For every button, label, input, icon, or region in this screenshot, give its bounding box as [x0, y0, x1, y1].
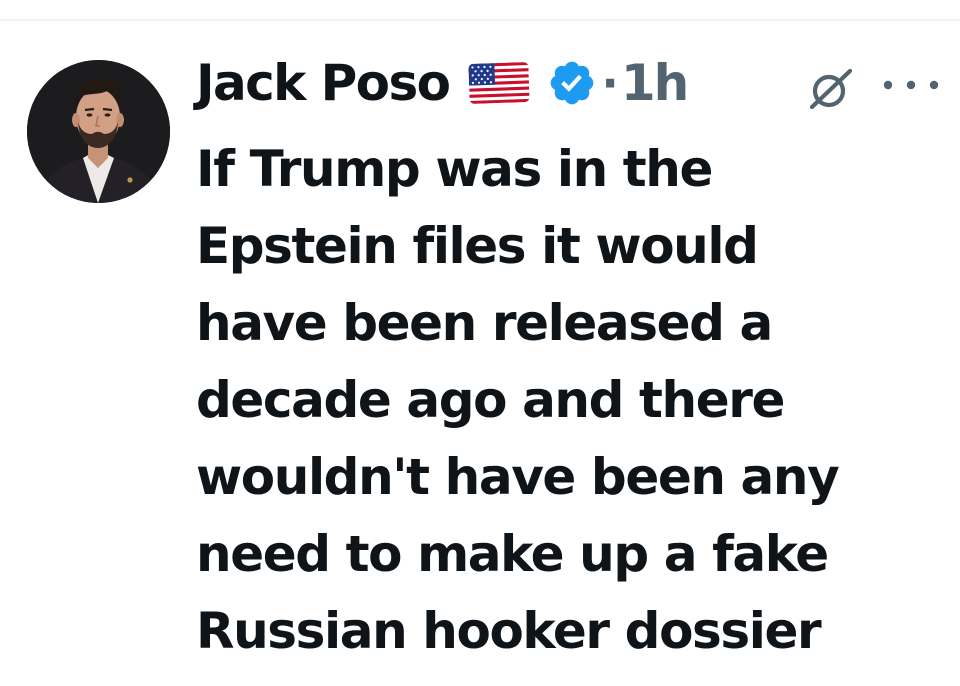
grok-icon[interactable]	[805, 63, 857, 115]
tweet-header: Jack Poso · 1h	[196, 52, 689, 114]
tweet-text-line: Russian hooker dossier	[196, 602, 822, 660]
display-name[interactable]: Jack Poso	[196, 54, 451, 112]
tweet-text-line: wouldn't have been any	[196, 448, 840, 506]
tweet-text-line: If Trump was in the	[196, 140, 713, 198]
top-divider	[0, 19, 960, 21]
timestamp[interactable]: 1h	[621, 54, 689, 112]
avatar[interactable]	[27, 60, 170, 203]
us-flag-icon	[468, 61, 531, 105]
more-options-icon[interactable]	[876, 70, 946, 100]
tweet-text-line: decade ago and there	[196, 371, 785, 429]
tweet-text-line: need to make up a fake	[196, 525, 829, 583]
avatar-photo	[27, 60, 170, 203]
tweet-text-line: Epstein files it would	[196, 217, 759, 275]
tweet-text-line: have been released a	[196, 294, 773, 352]
dot-separator: ·	[601, 56, 619, 110]
verified-badge-icon[interactable]	[547, 58, 597, 108]
tweet-text: If Trump was in the Epstein files it wou…	[196, 131, 936, 670]
